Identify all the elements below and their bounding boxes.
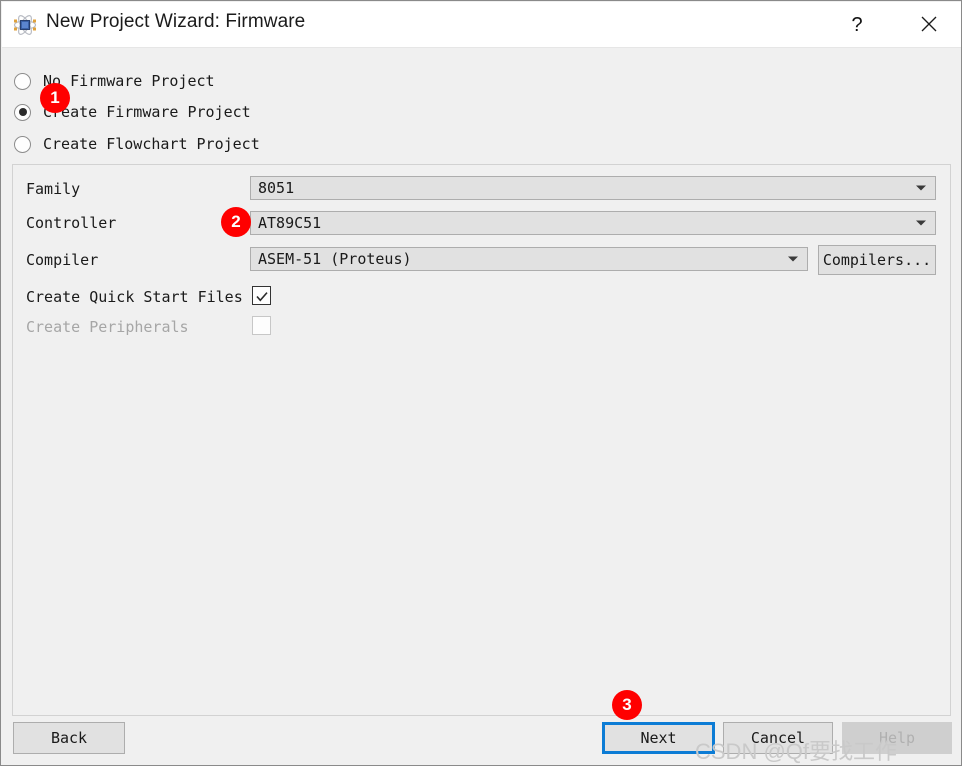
- family-value: 8051: [258, 179, 295, 197]
- create-peripherals-checkbox: [252, 316, 271, 335]
- annotation-badge-1: 1: [40, 83, 70, 113]
- controller-combobox[interactable]: AT89C51: [250, 211, 936, 235]
- back-button[interactable]: Back: [13, 722, 125, 754]
- window-title: New Project Wizard: Firmware: [46, 11, 306, 32]
- next-button[interactable]: Next: [602, 722, 715, 754]
- controller-value: AT89C51: [258, 214, 322, 232]
- radio-option-create-flowchart-project[interactable]: Create Flowchart Project: [14, 132, 260, 156]
- radio-label: No Firmware Project: [43, 72, 215, 90]
- radio-icon: [14, 72, 31, 90]
- compiler-combobox[interactable]: ASEM-51 (Proteus): [250, 247, 808, 271]
- question-mark-icon: ?: [851, 14, 863, 36]
- radio-icon-selected: [14, 103, 31, 121]
- radio-label: Create Firmware Project: [43, 103, 251, 121]
- titlebar-close-button[interactable]: [906, 3, 952, 47]
- chevron-down-icon: [916, 220, 926, 226]
- chevron-down-icon: [916, 185, 926, 191]
- quick-start-files-label: Create Quick Start Files: [26, 288, 243, 306]
- compilers-button[interactable]: Compilers...: [818, 245, 936, 275]
- radio-label: Create Flowchart Project: [43, 135, 260, 153]
- family-combobox[interactable]: 8051: [250, 176, 936, 200]
- radio-icon: [14, 135, 31, 153]
- close-icon: [920, 15, 938, 36]
- chevron-down-icon: [788, 256, 798, 262]
- help-button: Help: [842, 722, 952, 754]
- new-project-wizard-dialog: New Project Wizard: Firmware ? No Firmwa…: [0, 0, 962, 766]
- annotation-badge-2: 2: [221, 207, 251, 237]
- family-label: Family: [26, 180, 81, 198]
- check-icon: [255, 290, 268, 302]
- quick-start-files-checkbox[interactable]: [252, 286, 271, 305]
- titlebar-help-button[interactable]: ?: [834, 3, 880, 47]
- compiler-value: ASEM-51 (Proteus): [258, 250, 412, 268]
- atom-icon: [13, 13, 37, 37]
- annotation-badge-3: 3: [612, 690, 642, 720]
- create-peripherals-label: Create Peripherals: [26, 318, 189, 336]
- controller-label: Controller: [26, 214, 117, 232]
- cancel-button[interactable]: Cancel: [723, 722, 833, 754]
- compiler-label: Compiler: [26, 251, 99, 269]
- title-bar: New Project Wizard: Firmware ?: [2, 2, 961, 48]
